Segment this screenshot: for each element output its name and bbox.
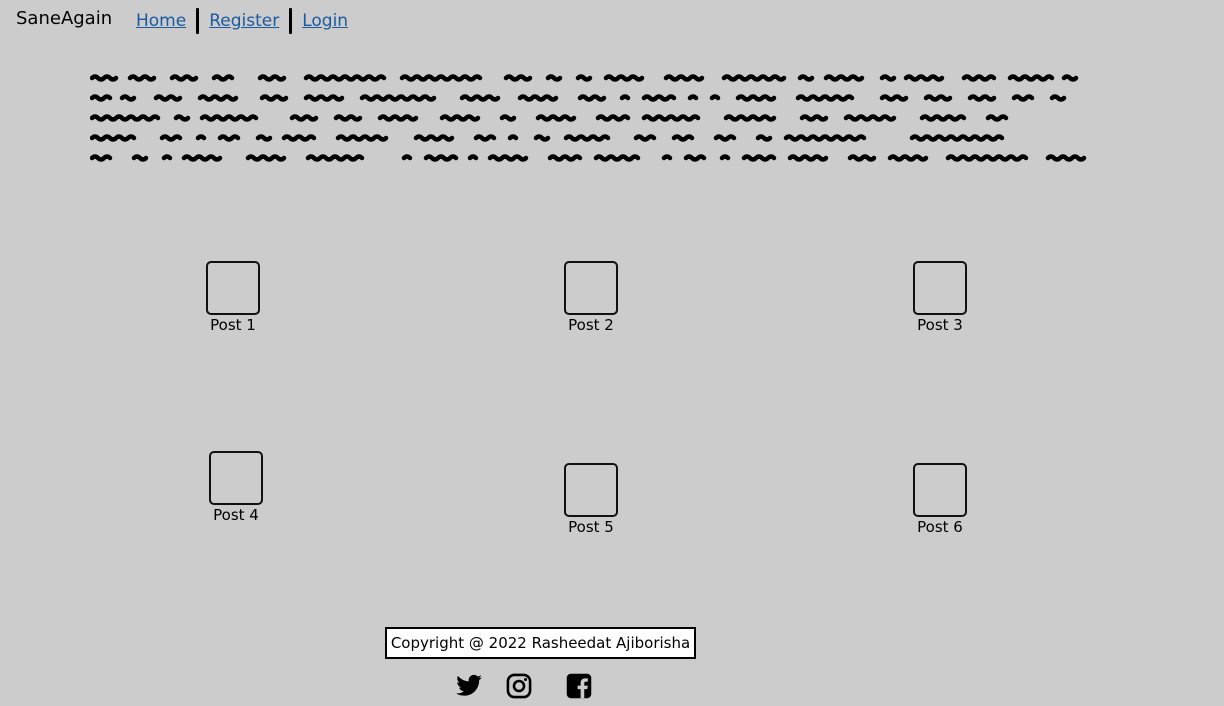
twitter-icon[interactable] (455, 671, 483, 701)
post-title[interactable]: Post 5 (551, 518, 631, 536)
copyright-notice: Copyright @ 2022 Rasheedat Ajiborisha (385, 627, 696, 659)
post-title[interactable]: Post 1 (193, 316, 273, 334)
post-title[interactable]: Post 4 (196, 506, 276, 524)
post-title[interactable]: Post 2 (551, 316, 631, 334)
post-title[interactable]: Post 3 (900, 316, 980, 334)
placeholder-text-scribble (90, 74, 1087, 162)
facebook-icon[interactable] (565, 671, 593, 701)
nav-register-link[interactable]: Register (209, 11, 279, 31)
post-thumbnail[interactable] (206, 261, 260, 315)
post-card[interactable]: Post 2 (551, 261, 631, 334)
top-nav: Home Register Login (136, 8, 348, 34)
post-thumbnail[interactable] (209, 451, 263, 505)
nav-divider (196, 8, 200, 34)
post-thumbnail[interactable] (564, 261, 618, 315)
post-thumbnail[interactable] (913, 261, 967, 315)
post-card[interactable]: Post 5 (551, 463, 631, 536)
instagram-icon[interactable] (505, 671, 533, 701)
post-card[interactable]: Post 4 (196, 451, 276, 524)
nav-divider (289, 8, 293, 34)
post-title[interactable]: Post 6 (900, 518, 980, 536)
nav-home-link[interactable]: Home (136, 11, 186, 31)
post-card[interactable]: Post 3 (900, 261, 980, 334)
brand-logo: SaneAgain (16, 8, 113, 29)
post-thumbnail[interactable] (913, 463, 967, 517)
post-card[interactable]: Post 1 (193, 261, 273, 334)
nav-login-link[interactable]: Login (302, 11, 348, 31)
post-card[interactable]: Post 6 (900, 463, 980, 536)
post-thumbnail[interactable] (564, 463, 618, 517)
